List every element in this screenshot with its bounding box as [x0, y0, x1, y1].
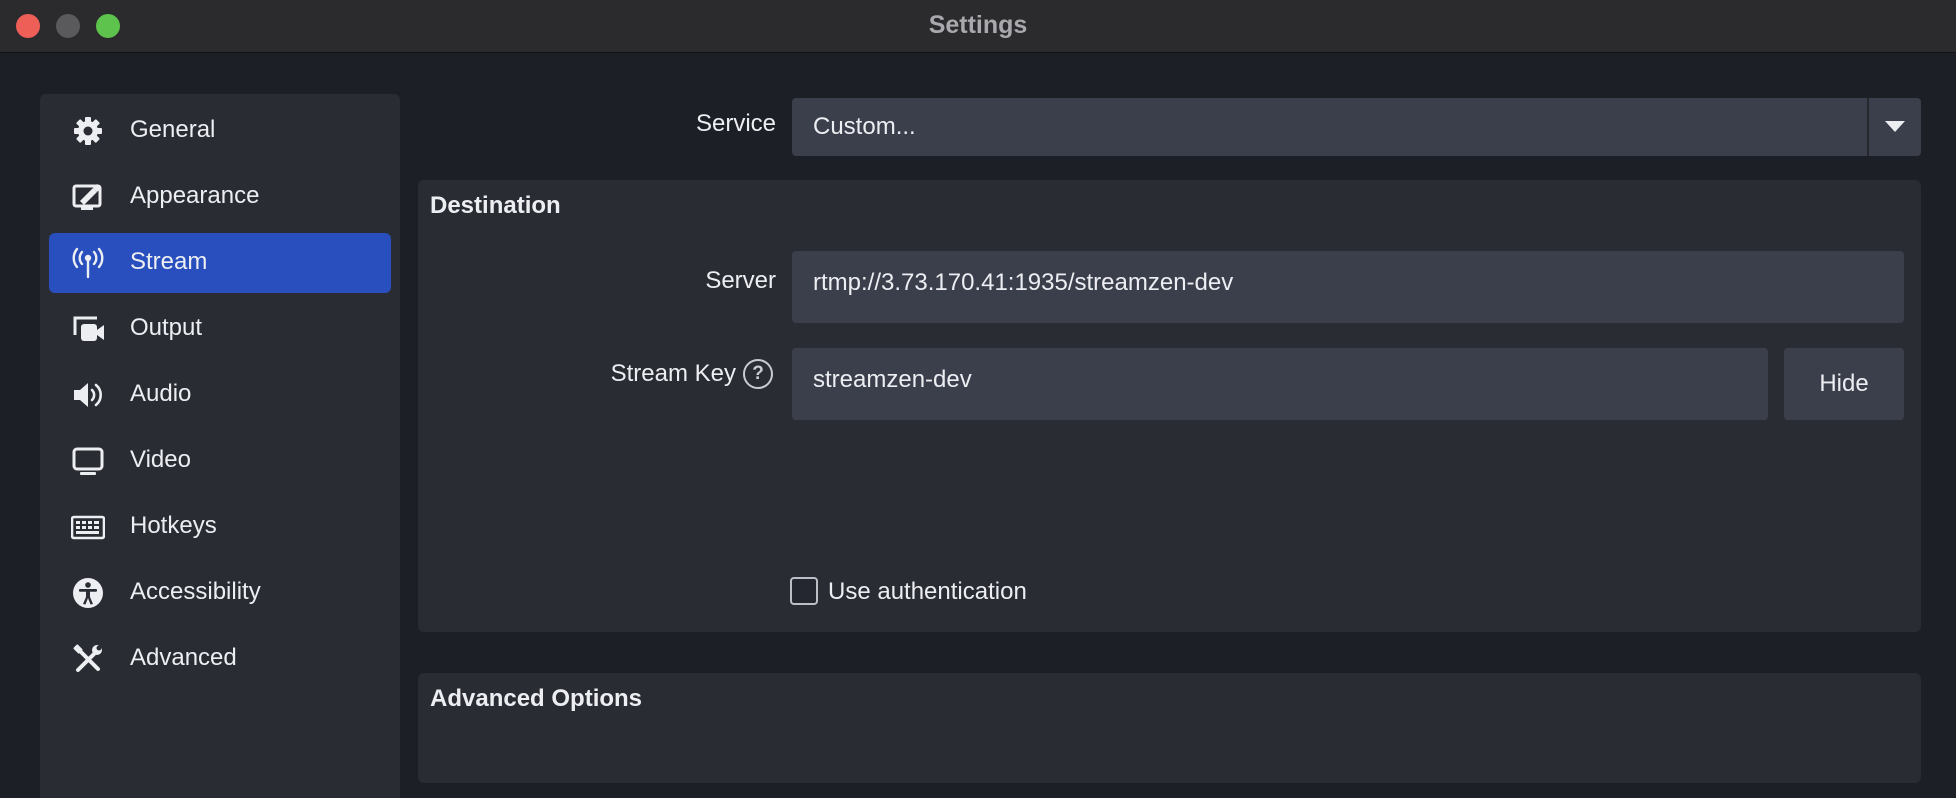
sidebar-item-label: Audio — [130, 380, 192, 407]
sidebar-item-label: General — [130, 116, 216, 143]
use-authentication-checkbox[interactable] — [790, 577, 818, 605]
sidebar-item-label: Accessibility — [130, 578, 261, 605]
service-value: Custom... — [813, 113, 916, 140]
settings-sidebar: General Appearance Stream Output Audio V… — [40, 94, 400, 798]
accessibility-icon — [71, 577, 105, 609]
service-select[interactable]: Custom... — [792, 98, 1921, 156]
sidebar-item-advanced[interactable]: Advanced — [49, 629, 391, 689]
select-divider — [1867, 98, 1869, 156]
sidebar-item-label: Stream — [130, 248, 208, 275]
service-label: Service — [695, 110, 776, 137]
sidebar-item-output[interactable]: Output — [49, 299, 391, 359]
stream-key-input[interactable]: streamzen-dev — [792, 348, 1768, 420]
sidebar-item-audio[interactable]: Audio — [49, 365, 391, 425]
sidebar-item-accessibility[interactable]: Accessibility — [49, 563, 391, 623]
sidebar-item-label: Advanced — [130, 644, 237, 671]
use-authentication-label[interactable]: Use authentication — [828, 578, 1027, 606]
monitor-icon — [71, 445, 105, 477]
sidebar-item-label: Hotkeys — [130, 512, 217, 539]
settings-window: Settings General Appearance Stream Outpu… — [0, 0, 1956, 798]
title-bar: Settings — [0, 0, 1956, 53]
window-title: Settings — [928, 11, 1028, 39]
speaker-icon — [71, 379, 105, 411]
antenna-icon — [71, 247, 105, 279]
hide-button[interactable]: Hide — [1784, 348, 1904, 420]
sidebar-item-label: Appearance — [130, 182, 260, 209]
sidebar-item-general[interactable]: General — [49, 101, 391, 161]
advanced-options-group: Advanced Options — [418, 673, 1921, 783]
chevron-down-icon[interactable] — [1885, 121, 1905, 132]
gear-icon — [71, 115, 105, 147]
sidebar-item-label: Output — [130, 314, 203, 341]
server-value: rtmp://3.73.170.41:1935/streamzen-dev — [813, 269, 1234, 296]
output-icon — [71, 313, 105, 345]
destination-title: Destination — [430, 192, 561, 219]
keyboard-icon — [71, 511, 105, 543]
sidebar-item-video[interactable]: Video — [49, 431, 391, 491]
sidebar-item-appearance[interactable]: Appearance — [49, 167, 391, 227]
sidebar-item-hotkeys[interactable]: Hotkeys — [49, 497, 391, 557]
tools-icon — [71, 643, 105, 675]
stream-key-value: streamzen-dev — [813, 366, 972, 393]
server-label: Server — [705, 267, 776, 294]
server-input[interactable]: rtmp://3.73.170.41:1935/streamzen-dev — [792, 251, 1904, 323]
sidebar-item-stream[interactable]: Stream — [49, 233, 391, 293]
sidebar-item-label: Video — [130, 446, 191, 473]
stream-key-label: Stream Key — [610, 360, 736, 387]
help-icon[interactable]: ? — [743, 359, 773, 389]
advanced-options-title: Advanced Options — [430, 685, 643, 712]
appearance-icon — [71, 181, 105, 213]
